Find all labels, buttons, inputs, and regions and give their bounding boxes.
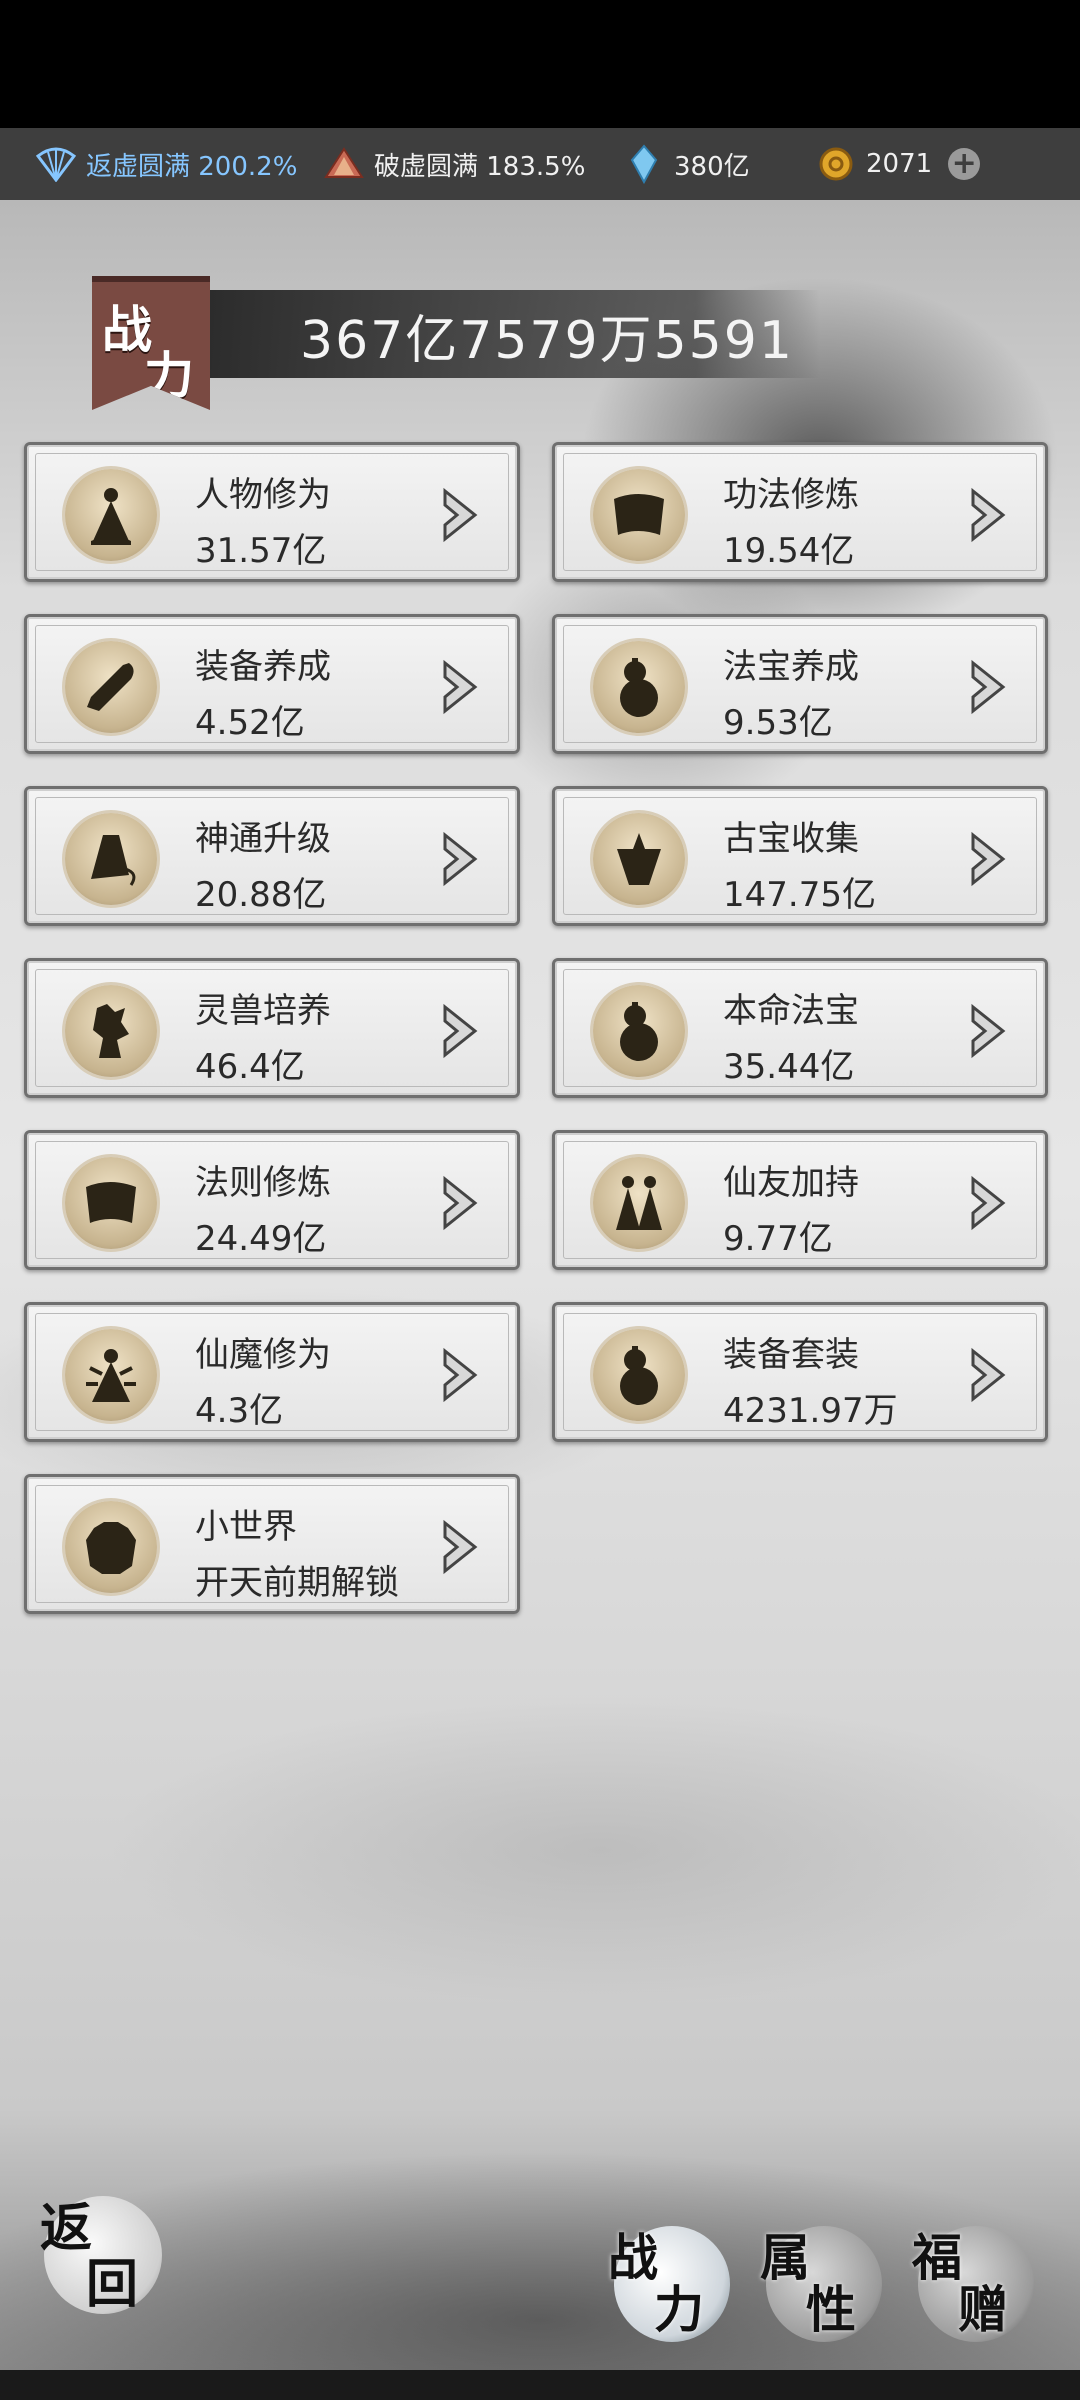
card-title: 装备套装 [723, 1335, 859, 1375]
card-title: 仙魔修为 [195, 1335, 331, 1375]
card-law-training[interactable]: 法则修炼 24.49亿 [24, 1130, 520, 1270]
card-title: 法则修炼 [195, 1163, 331, 1203]
card-title: 神通升级 [195, 819, 331, 859]
card-value: 147.75亿 [723, 875, 876, 915]
card-value: 4.52亿 [195, 703, 305, 743]
arrow-right-icon [443, 1175, 478, 1231]
card-character-cultivation[interactable]: 人物修为 31.57亿 [24, 442, 520, 582]
back-char-2: 回 [86, 2254, 139, 2315]
cultivator-icon [65, 469, 157, 561]
bell-icon [65, 813, 157, 905]
total-power-value: 367亿7579万5591 [300, 311, 794, 371]
card-title: 功法修炼 [723, 475, 859, 515]
card-value: 开天前期解锁 [195, 1563, 399, 1603]
fan-icon [36, 144, 76, 184]
arrow-right-icon [443, 487, 478, 543]
tab-char-1: 属 [760, 2228, 810, 2287]
card-title: 人物修为 [195, 475, 331, 515]
card-title: 小世界 [195, 1507, 297, 1547]
card-title: 本命法宝 [723, 991, 859, 1031]
card-value: 24.49亿 [195, 1219, 327, 1259]
scroll-icon [65, 1157, 157, 1249]
demon-icon [65, 1329, 157, 1421]
card-title: 仙友加持 [723, 1163, 859, 1203]
break-void-resource[interactable]: 破虚圆满 183.5% [324, 144, 585, 184]
card-value: 35.44亿 [723, 1047, 855, 1087]
arrow-right-icon [971, 1175, 1006, 1231]
card-title: 装备养成 [195, 647, 331, 687]
tab-char-2: 赠 [958, 2280, 1008, 2339]
arrow-right-icon [443, 831, 478, 887]
tab-char-1: 战 [608, 2228, 658, 2287]
realm-label: 返虚圆满 200.2% [86, 151, 298, 182]
add-gold-button[interactable]: + [948, 148, 981, 180]
tab-char-2: 力 [654, 2280, 704, 2339]
treasure-bag-icon [593, 813, 685, 905]
card-value: 46.4亿 [195, 1047, 305, 1087]
card-title: 灵兽培养 [195, 991, 331, 1031]
card-equipment-upgrade[interactable]: 装备养成 4.52亿 [24, 614, 520, 754]
status-bar [0, 0, 1080, 128]
world-icon [65, 1501, 157, 1593]
scroll-icon [593, 469, 685, 561]
card-value: 9.53亿 [723, 703, 833, 743]
card-divine-power-upgrade[interactable]: 神通升级 20.88亿 [24, 786, 520, 926]
back-button[interactable]: 返 回 [40, 2196, 162, 2315]
back-char-1: 返 [40, 2198, 93, 2259]
gold-resource[interactable]: 2071 + [816, 144, 981, 184]
sword-icon [65, 641, 157, 733]
gold-coin-icon [816, 144, 856, 184]
card-small-world[interactable]: 小世界 开天前期解锁 [24, 1474, 520, 1614]
card-value: 9.77亿 [723, 1219, 833, 1259]
gourd-icon [593, 985, 685, 1077]
realm-resource[interactable]: 返虚圆满 200.2% [36, 144, 297, 184]
tab-blessings[interactable]: 福 赠 [912, 2226, 1034, 2342]
card-value: 4231.97万 [723, 1391, 898, 1431]
card-immortal-demon-cultivation[interactable]: 仙魔修为 4.3亿 [24, 1302, 520, 1442]
card-immortal-friends-boost[interactable]: 仙友加持 9.77亿 [552, 1130, 1048, 1270]
gold-label: 2071 [866, 149, 933, 179]
arrow-right-icon [443, 1347, 478, 1403]
card-ancient-treasure-collection[interactable]: 古宝收集 147.75亿 [552, 786, 1048, 926]
arrow-right-icon [971, 487, 1006, 543]
card-title: 古宝收集 [723, 819, 859, 859]
spirit-stone-label: 380亿 [674, 151, 750, 182]
arrow-right-icon [971, 831, 1006, 887]
tab-char-2: 性 [806, 2280, 856, 2339]
break-void-label: 破虚圆满 183.5% [374, 151, 586, 182]
card-equipment-set[interactable]: 装备套装 4231.97万 [552, 1302, 1048, 1442]
card-magic-treasure-upgrade[interactable]: 法宝养成 9.53亿 [552, 614, 1048, 754]
spirit-stone-resource[interactable]: 380亿 [624, 144, 750, 184]
card-spirit-beast-training[interactable]: 灵兽培养 46.4亿 [24, 958, 520, 1098]
spirit-stone-icon [624, 144, 664, 184]
gourd-icon [593, 1329, 685, 1421]
arrow-right-icon [971, 659, 1006, 715]
gourd-icon [593, 641, 685, 733]
card-technique-training[interactable]: 功法修炼 19.54亿 [552, 442, 1048, 582]
card-natal-treasure[interactable]: 本命法宝 35.44亿 [552, 958, 1048, 1098]
card-value: 20.88亿 [195, 875, 327, 915]
card-value: 4.3亿 [195, 1391, 284, 1431]
beast-icon [65, 985, 157, 1077]
crystal-icon [324, 144, 364, 184]
tab-char-1: 福 [912, 2228, 962, 2287]
companions-icon [593, 1157, 685, 1249]
arrow-right-icon [443, 659, 478, 715]
card-title: 法宝养成 [723, 647, 859, 687]
arrow-right-icon [443, 1519, 478, 1575]
tab-combat-power[interactable]: 战 力 [608, 2226, 730, 2342]
resource-bar: 返虚圆满 200.2% 破虚圆满 183.5% 380亿 2071 + [0, 128, 1080, 200]
tab-attributes[interactable]: 属 性 [760, 2226, 882, 2342]
bottom-strip [0, 2370, 1080, 2400]
arrow-right-icon [971, 1347, 1006, 1403]
card-value: 19.54亿 [723, 531, 855, 571]
card-value: 31.57亿 [195, 531, 327, 571]
arrow-right-icon [971, 1003, 1006, 1059]
arrow-right-icon [443, 1003, 478, 1059]
